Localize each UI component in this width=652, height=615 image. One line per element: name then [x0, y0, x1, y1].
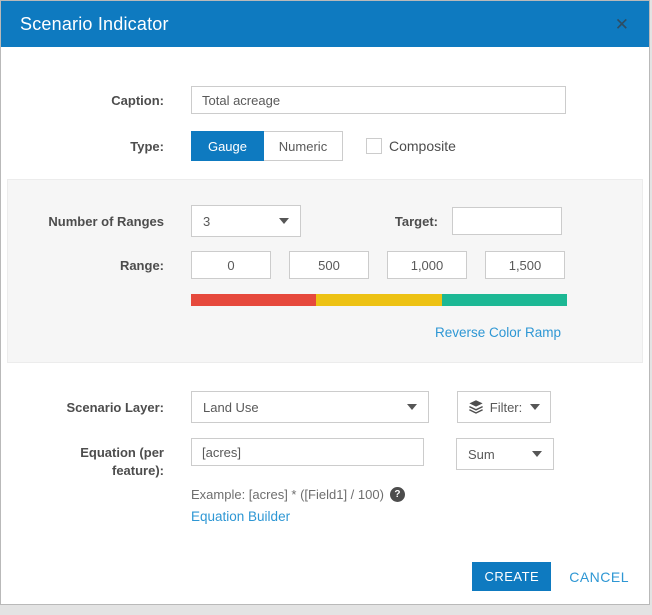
- page-title: Scenario Indicator: [20, 13, 169, 34]
- target-group: Target:: [395, 207, 562, 235]
- aggregation-value: Sum: [468, 446, 495, 462]
- scenario-indicator-dialog: Scenario Indicator ✕ Caption: Type: Gaug…: [0, 0, 650, 605]
- dialog-footer: CREATE CANCEL: [472, 562, 629, 591]
- help-icon[interactable]: ?: [389, 487, 405, 503]
- cancel-button[interactable]: CANCEL: [569, 569, 629, 585]
- scenario-layer-value: Land Use: [203, 399, 259, 415]
- color-ramp: [191, 294, 567, 306]
- number-of-ranges-value: 3: [203, 213, 211, 229]
- caret-down-icon: [530, 404, 541, 410]
- target-label: Target:: [394, 213, 438, 229]
- gauge-button[interactable]: Gauge: [191, 131, 264, 161]
- target-input[interactable]: [452, 207, 562, 235]
- caret-down-icon: [407, 404, 417, 410]
- scenario-layer-label: Scenario Layer:: [66, 399, 164, 415]
- scenario-layer-dropdown[interactable]: Land Use: [191, 391, 429, 423]
- range-label: Range:: [119, 257, 164, 273]
- caption-input[interactable]: [191, 86, 566, 114]
- type-segmented-control: Gauge Numeric: [191, 131, 343, 161]
- close-icon[interactable]: ✕: [615, 16, 629, 33]
- ranges-panel: Number of Ranges 3 Target: Range: 0 500 …: [7, 179, 643, 363]
- equation-row: Equation (per feature): Sum: [1, 438, 649, 479]
- equation-input[interactable]: [191, 438, 424, 466]
- number-of-ranges-row: Number of Ranges 3 Target:: [8, 205, 642, 237]
- range-row: Range:: [8, 251, 642, 279]
- equation-example-text: Example: [acres] * ([Field1] / 100): [191, 487, 384, 503]
- equation-builder-link[interactable]: Equation Builder: [191, 509, 290, 524]
- range-input-3[interactable]: [387, 251, 467, 279]
- equation-label: Equation (per feature):: [80, 445, 164, 478]
- scenario-layer-row: Scenario Layer: Land Use Filter:: [1, 391, 649, 423]
- ramp-segment-yellow: [316, 294, 442, 306]
- composite-label: Composite: [389, 138, 456, 154]
- caret-down-icon: [279, 218, 289, 224]
- range-input-4[interactable]: [485, 251, 565, 279]
- filter-label: Filter:: [489, 399, 523, 415]
- composite-option: Composite: [366, 138, 456, 154]
- composite-checkbox[interactable]: [366, 138, 382, 154]
- filter-button[interactable]: Filter:: [457, 391, 551, 423]
- type-label: Type:: [130, 138, 164, 154]
- caret-down-icon: [532, 451, 542, 457]
- number-of-ranges-dropdown[interactable]: 3: [191, 205, 301, 237]
- create-button[interactable]: CREATE: [472, 562, 552, 591]
- reverse-color-ramp-link[interactable]: Reverse Color Ramp: [435, 325, 561, 340]
- layers-icon: [468, 400, 483, 414]
- range-input-1[interactable]: [191, 251, 271, 279]
- aggregation-dropdown[interactable]: Sum: [456, 438, 554, 470]
- ramp-segment-green: [441, 294, 567, 306]
- ramp-segment-red: [191, 294, 317, 306]
- caption-row: Caption:: [1, 86, 649, 114]
- equation-example-row: Example: [acres] * ([Field1] / 100) ?: [191, 487, 649, 503]
- number-of-ranges-label: Number of Ranges: [48, 213, 164, 229]
- numeric-button[interactable]: Numeric: [264, 131, 343, 161]
- dialog-header: Scenario Indicator ✕: [1, 1, 649, 47]
- range-input-2[interactable]: [289, 251, 369, 279]
- type-row: Type: Gauge Numeric Composite: [1, 131, 649, 161]
- caption-label: Caption:: [111, 92, 164, 108]
